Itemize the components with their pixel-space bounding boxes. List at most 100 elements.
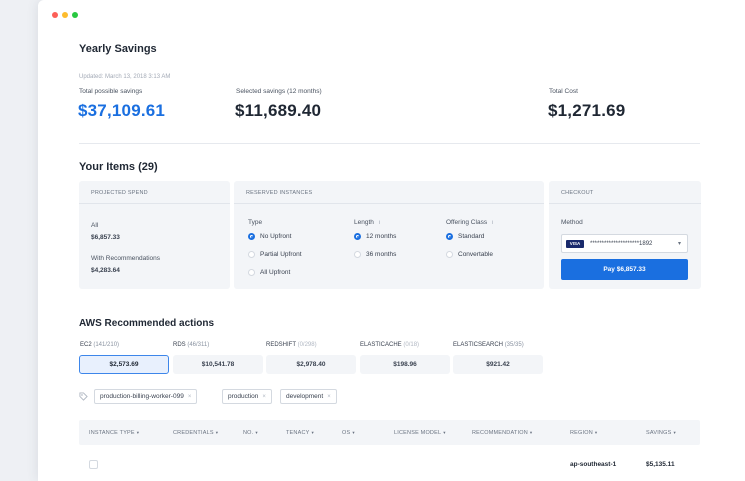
radio-no-upfront[interactable] bbox=[248, 233, 255, 240]
sort-caret-icon: ▾ bbox=[311, 430, 314, 435]
filter-chip-development-label: development bbox=[286, 393, 324, 400]
length-label-text: Length bbox=[354, 219, 374, 226]
selected-savings-label: Selected savings (12 months) bbox=[236, 88, 322, 95]
sort-caret-icon: ▾ bbox=[255, 430, 258, 435]
radio-partial-upfront-label: Partial Upfront bbox=[260, 251, 302, 258]
radio-12-months[interactable] bbox=[354, 233, 361, 240]
checkout-panel: CHECKOUT Method VISA *******************… bbox=[549, 181, 701, 289]
total-possible-value: $37,109.61 bbox=[78, 101, 166, 120]
close-icon[interactable]: × bbox=[327, 394, 331, 400]
tab-ec2-count: (141/210) bbox=[93, 342, 120, 348]
payment-method-select[interactable]: VISA *********************1892 ▾ bbox=[561, 234, 688, 253]
filter-chip-billing-worker[interactable]: production-billing-worker-099 × bbox=[94, 389, 198, 404]
offering-class-label: Offering Class i bbox=[446, 219, 493, 226]
projected-all-value: $6,857.33 bbox=[91, 234, 120, 241]
reserved-instances-panel: RESERVED INSTANCES Type No Upfront Parti… bbox=[234, 181, 544, 289]
radio-36-months[interactable] bbox=[354, 251, 361, 258]
col-tenacy[interactable]: TENACY ▾ bbox=[286, 430, 314, 436]
col-recommendation[interactable]: RECOMMENDATION ▾ bbox=[472, 430, 532, 436]
selected-savings-value: $11,689.40 bbox=[235, 101, 322, 120]
tab-rds-count: (46/311) bbox=[187, 342, 210, 348]
col-credentials-label: CREDENTIALS bbox=[173, 430, 214, 436]
projected-rec-label: With Recommendations bbox=[91, 255, 160, 262]
radio-all-upfront[interactable] bbox=[248, 269, 255, 276]
tab-ec2[interactable]: $2,573.69 bbox=[79, 355, 169, 374]
offering-class-info-icon[interactable]: i bbox=[492, 220, 493, 226]
tab-elasticsearch[interactable]: $921.42 bbox=[453, 355, 543, 374]
col-region-label: REGION bbox=[570, 430, 593, 436]
radio-36-months-label: 36 months bbox=[366, 251, 397, 258]
minimize-window-button[interactable] bbox=[62, 12, 68, 18]
length-info-icon[interactable]: i bbox=[379, 220, 380, 226]
pay-button[interactable]: Pay $6,857.33 bbox=[561, 259, 688, 280]
col-os[interactable]: OS ▾ bbox=[342, 430, 355, 436]
total-possible-label: Total possible savings bbox=[79, 88, 143, 95]
table-row[interactable]: ap-southeast-1 $5,135.11 bbox=[79, 451, 700, 479]
col-region[interactable]: REGION ▾ bbox=[570, 430, 597, 436]
tab-elasticsearch-name: ELASTICSEARCH bbox=[453, 342, 504, 348]
projected-spend-panel: PROJECTED SPEND All $6,857.33 With Recom… bbox=[79, 181, 230, 289]
radio-convertable[interactable] bbox=[446, 251, 453, 258]
sort-caret-icon: ▾ bbox=[136, 430, 140, 435]
close-icon[interactable]: × bbox=[188, 394, 192, 400]
close-window-button[interactable] bbox=[52, 12, 58, 18]
radio-standard[interactable] bbox=[446, 233, 453, 240]
sort-caret-icon: ▾ bbox=[673, 430, 676, 435]
filter-chip-production-label: production bbox=[228, 393, 259, 400]
visa-card-icon: VISA bbox=[566, 240, 584, 248]
tab-redshift-name: REDSHIFT bbox=[266, 342, 296, 348]
tab-elasticache-name: ELASTICACHE bbox=[360, 342, 402, 348]
tab-redshift[interactable]: $2,978.40 bbox=[266, 355, 356, 374]
close-icon[interactable]: × bbox=[262, 394, 266, 400]
sort-caret-icon: ▾ bbox=[352, 430, 355, 435]
radio-convertable-label: Convertable bbox=[458, 251, 494, 258]
window-controls bbox=[52, 12, 78, 18]
radio-partial-upfront[interactable] bbox=[248, 251, 255, 258]
sort-caret-icon: ▾ bbox=[443, 430, 446, 435]
tab-redshift-count: (0/298) bbox=[297, 342, 317, 348]
sort-caret-icon: ▾ bbox=[594, 430, 598, 435]
col-credentials[interactable]: CREDENTIALS ▾ bbox=[173, 430, 218, 436]
filter-chip-billing-worker-label: production-billing-worker-099 bbox=[100, 393, 184, 400]
checkout-heading: CHECKOUT bbox=[549, 181, 701, 204]
total-cost-label: Total Cost bbox=[549, 88, 578, 95]
radio-12-months-label: 12 months bbox=[366, 233, 397, 240]
sort-caret-icon: ▾ bbox=[215, 430, 219, 435]
row-checkbox[interactable] bbox=[89, 460, 98, 469]
offering-class-label-text: Offering Class bbox=[446, 219, 488, 226]
col-license-model[interactable]: LICENSE MODEL ▾ bbox=[394, 430, 446, 436]
items-title: Your Items (29) bbox=[79, 161, 158, 173]
col-no-label: NO. bbox=[243, 430, 254, 436]
filter-chip-production[interactable]: production × bbox=[222, 389, 272, 404]
radio-no-upfront-label: No Upfront bbox=[260, 233, 292, 240]
projected-rec-value: $4,283.64 bbox=[91, 267, 120, 274]
tag-icon bbox=[79, 392, 88, 401]
tab-elasticsearch-label: ELASTICSEARCH (35/35) bbox=[453, 342, 524, 348]
tab-elasticache-label: ELASTICACHE (0/18) bbox=[360, 342, 419, 348]
projected-all-label: All bbox=[91, 222, 99, 229]
updated-timestamp: Updated: March 13, 2018 3:13 AM bbox=[79, 74, 171, 80]
col-savings-label: SAVINGS bbox=[646, 430, 672, 436]
reserved-instances-heading: RESERVED INSTANCES bbox=[234, 181, 544, 204]
col-instance-type-label: INSTANCE TYPE bbox=[89, 430, 135, 436]
col-license-model-label: LICENSE MODEL bbox=[394, 430, 442, 436]
tab-elasticache[interactable]: $198.96 bbox=[360, 355, 450, 374]
row-region: ap-southeast-1 bbox=[570, 461, 617, 468]
sort-caret-icon: ▾ bbox=[529, 430, 533, 435]
card-number: *********************1892 bbox=[590, 241, 653, 247]
radio-standard-label: Standard bbox=[458, 233, 485, 240]
maximize-window-button[interactable] bbox=[72, 12, 78, 18]
col-no[interactable]: NO. ▾ bbox=[243, 430, 258, 436]
col-recommendation-label: RECOMMENDATION bbox=[472, 430, 528, 436]
page-title: Yearly Savings bbox=[79, 43, 157, 55]
col-instance-type[interactable]: INSTANCE TYPE ▾ bbox=[89, 430, 139, 436]
tab-rds[interactable]: $10,541.78 bbox=[173, 355, 263, 374]
tab-rds-name: RDS bbox=[173, 342, 186, 348]
row-savings: $5,135.11 bbox=[646, 461, 675, 468]
filter-chip-development[interactable]: development × bbox=[280, 389, 337, 404]
col-savings[interactable]: SAVINGS ▾ bbox=[646, 430, 676, 436]
tab-elasticsearch-count: (35/35) bbox=[504, 342, 524, 348]
chevron-down-icon: ▾ bbox=[678, 241, 682, 247]
col-tenacy-label: TENACY bbox=[286, 430, 310, 436]
divider bbox=[79, 143, 700, 144]
